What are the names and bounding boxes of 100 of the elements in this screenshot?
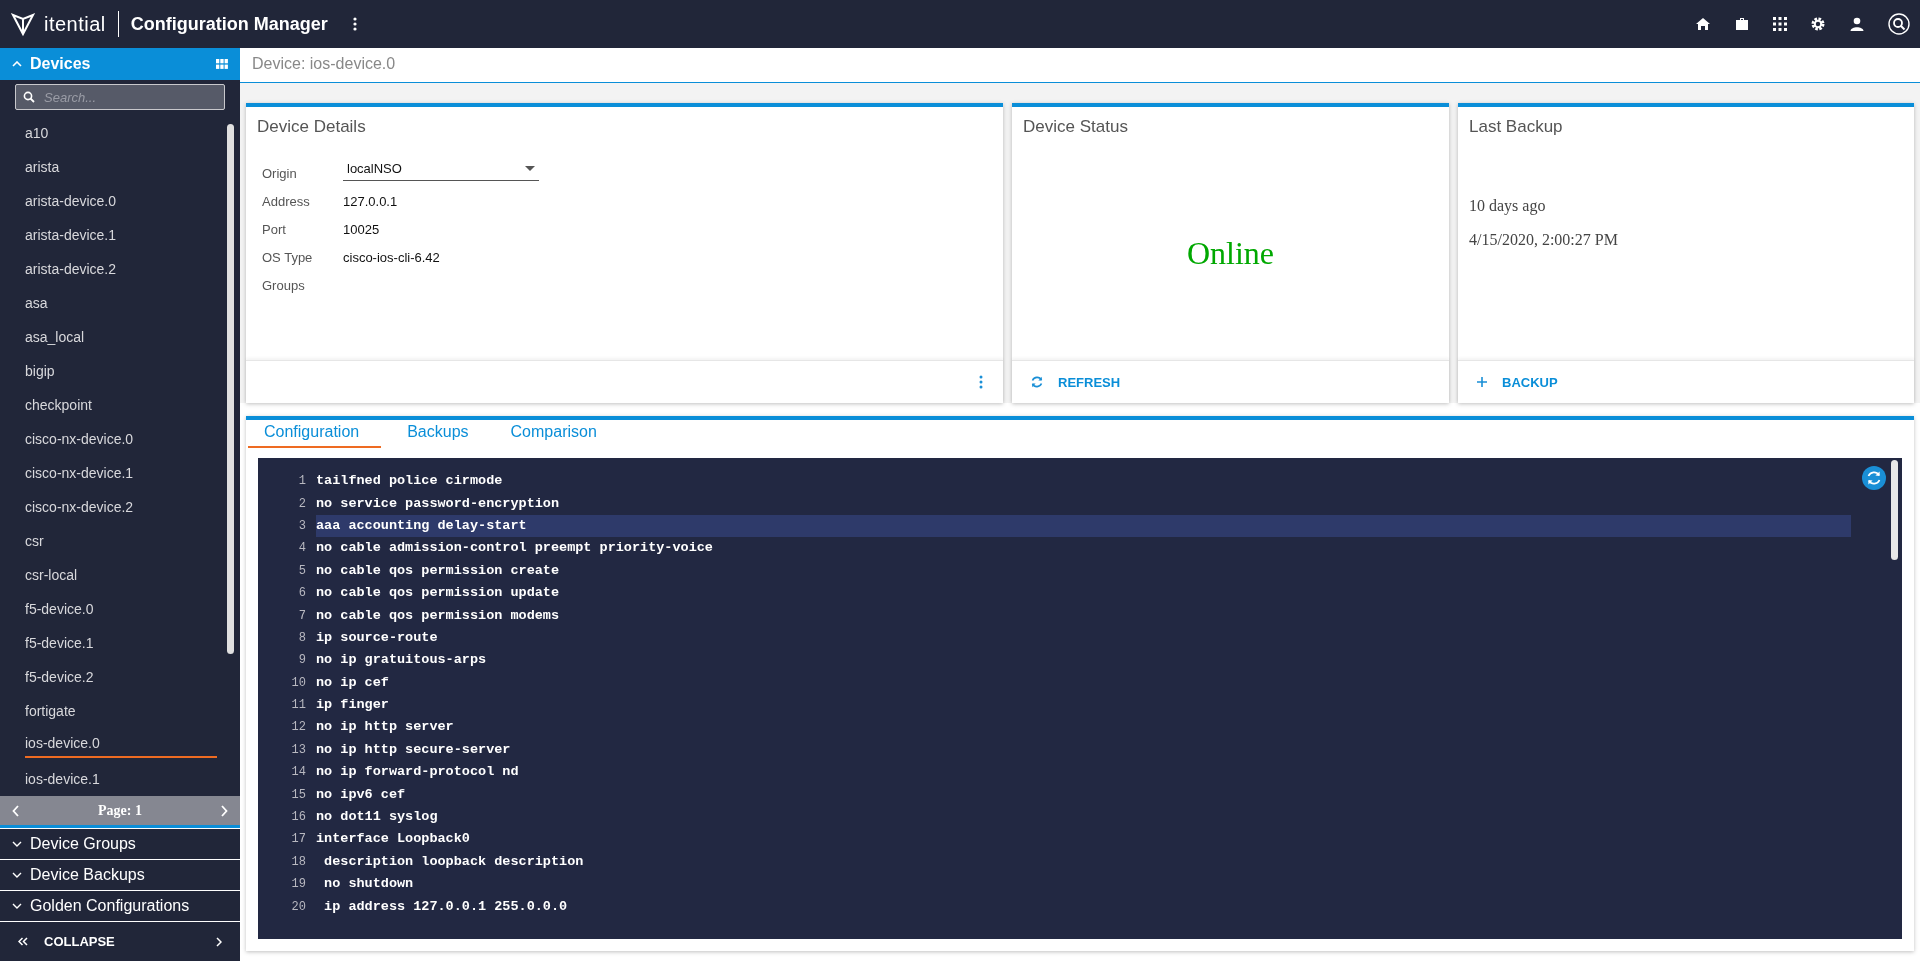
logo-icon	[10, 11, 36, 37]
device-list-item[interactable]: cisco-nx-device.1	[25, 456, 134, 490]
line-number: 17	[290, 832, 307, 847]
tab[interactable]: Backups	[391, 420, 485, 448]
relative-time: 10 days ago	[1469, 197, 1547, 215]
code-line: no cable qos permission modems	[316, 606, 561, 625]
chevron-icon	[12, 903, 22, 909]
line-number: 2	[297, 496, 307, 511]
briefcase-icon[interactable]	[1734, 16, 1750, 32]
chevron-icon	[12, 61, 22, 67]
tab[interactable]: Comparison	[494, 420, 613, 448]
app-title: Configuration Manager	[130, 13, 328, 35]
code-line: no ip http secure-server	[316, 740, 512, 759]
apps-grid-icon[interactable]	[1773, 17, 1787, 31]
home-icon[interactable]	[1695, 16, 1711, 32]
device-list-item[interactable]: arista	[25, 150, 60, 184]
code-line: no ip gratuitous-arps	[316, 651, 488, 670]
device-list-item[interactable]: arista-device.2	[25, 252, 117, 286]
line-number: 14	[290, 765, 307, 780]
device-list-item[interactable]: checkpoint	[25, 388, 92, 422]
device-list-item[interactable]: csr-local	[25, 558, 78, 592]
device-list-item[interactable]: fortigate	[25, 694, 76, 728]
line-number: 11	[290, 698, 307, 713]
field-label: Address	[262, 193, 311, 209]
tab[interactable]: Configuration	[248, 420, 382, 448]
device-list-item[interactable]: bigip	[25, 354, 55, 388]
plus-icon	[1476, 376, 1488, 388]
origin-dropdown[interactable]: localNSO	[343, 161, 539, 181]
code-line: no cable qos permission update	[316, 584, 561, 603]
line-number: 6	[297, 586, 307, 601]
line-number: 16	[290, 810, 307, 825]
line-number: 3	[297, 518, 307, 533]
previous-page-icon[interactable]	[12, 804, 20, 817]
code-line: tailfned police cirmode	[316, 472, 504, 491]
settings-icon[interactable]	[1810, 16, 1826, 32]
code-line: no shutdown	[323, 875, 415, 894]
code-line: no ip forward-protocol nd	[316, 763, 520, 782]
device-list-item[interactable]: f5-device.2	[25, 660, 94, 694]
code-line: description loopback description	[323, 852, 585, 871]
device-list-item[interactable]: ios-device.1	[25, 762, 100, 796]
card-title: Last Backup	[1468, 116, 1564, 138]
field-value: 10025	[343, 221, 380, 237]
dropdown-arrow-icon	[525, 166, 535, 171]
backup-timestamp: 4/15/2020, 2:00:27 PM	[1469, 231, 1619, 249]
search-icon[interactable]	[1888, 13, 1910, 35]
code-line: no ip http server	[316, 718, 455, 737]
search-field[interactable]: Search...	[15, 84, 225, 110]
status-text: Online	[1186, 235, 1275, 272]
device-list-item[interactable]: asa	[25, 286, 48, 320]
chevron-icon	[12, 872, 22, 878]
card-title: Device Details	[256, 116, 367, 138]
device-list-item[interactable]: cisco-nx-device.2	[25, 490, 134, 524]
refresh-button[interactable]: REFRESH	[1026, 370, 1125, 394]
code-line: ip source-route	[316, 628, 439, 647]
code-line: no cable admission-control preempt priority-voice	[316, 539, 714, 558]
next-page-icon[interactable]	[220, 804, 228, 817]
line-number: 13	[290, 742, 307, 757]
line-number: 8	[297, 630, 307, 645]
line-number: 20	[290, 899, 307, 914]
device-list-item[interactable]: a10	[25, 116, 49, 150]
code-line: no service password-encryption	[316, 494, 561, 513]
grid-icon[interactable]	[216, 59, 228, 69]
line-number: 1	[297, 474, 307, 489]
field-label: Origin	[262, 165, 298, 181]
field-value: cisco-ios-cli-6.42	[343, 249, 440, 265]
chevron-icon	[12, 841, 22, 847]
field-value: 127.0.0.1	[343, 193, 398, 209]
line-number: 5	[297, 563, 307, 578]
device-list-item[interactable]: asa_local	[25, 320, 85, 354]
field-label: Groups	[262, 277, 306, 293]
field-label: Port	[262, 221, 287, 237]
brand-name: itential	[44, 12, 106, 36]
device-list-item[interactable]: f5-device.0	[25, 592, 94, 626]
line-number: 18	[290, 854, 307, 869]
device-list-item[interactable]: arista-device.0	[25, 184, 117, 218]
line-number: 4	[297, 541, 307, 556]
device-list-item[interactable]: ios-device.0	[25, 728, 217, 758]
refresh-icon[interactable]	[1862, 466, 1886, 490]
field-label: OS Type	[262, 249, 314, 265]
line-number: 7	[297, 608, 307, 623]
more-icon[interactable]	[351, 16, 358, 32]
section-header[interactable]: Devices	[0, 48, 240, 80]
code-line: no ip cef	[316, 673, 390, 692]
line-number: 19	[290, 877, 307, 892]
device-list-item[interactable]: arista-device.1	[25, 218, 117, 252]
code-line: no cable qos permission create	[316, 561, 561, 580]
refresh-icon	[1030, 375, 1044, 389]
page-label: Page: 1	[98, 802, 142, 819]
device-list-item[interactable]: f5-device.1	[25, 626, 94, 660]
device-list-item[interactable]: csr	[25, 524, 44, 558]
code-line: ip finger	[316, 696, 390, 715]
line-number: 9	[297, 653, 307, 668]
device-list-item[interactable]: cisco-nx-device.0	[25, 422, 134, 456]
code-line: interface Loopback0	[316, 830, 471, 849]
code-line: ip address 127.0.0.1 255.0.0.0	[323, 897, 569, 916]
user-icon[interactable]	[1849, 16, 1865, 32]
line-number: 12	[290, 720, 307, 735]
code-line: no dot11 syslog	[316, 808, 439, 827]
code-line: no ipv6 cef	[316, 785, 407, 804]
backup-button[interactable]: BACKUP	[1472, 370, 1562, 394]
